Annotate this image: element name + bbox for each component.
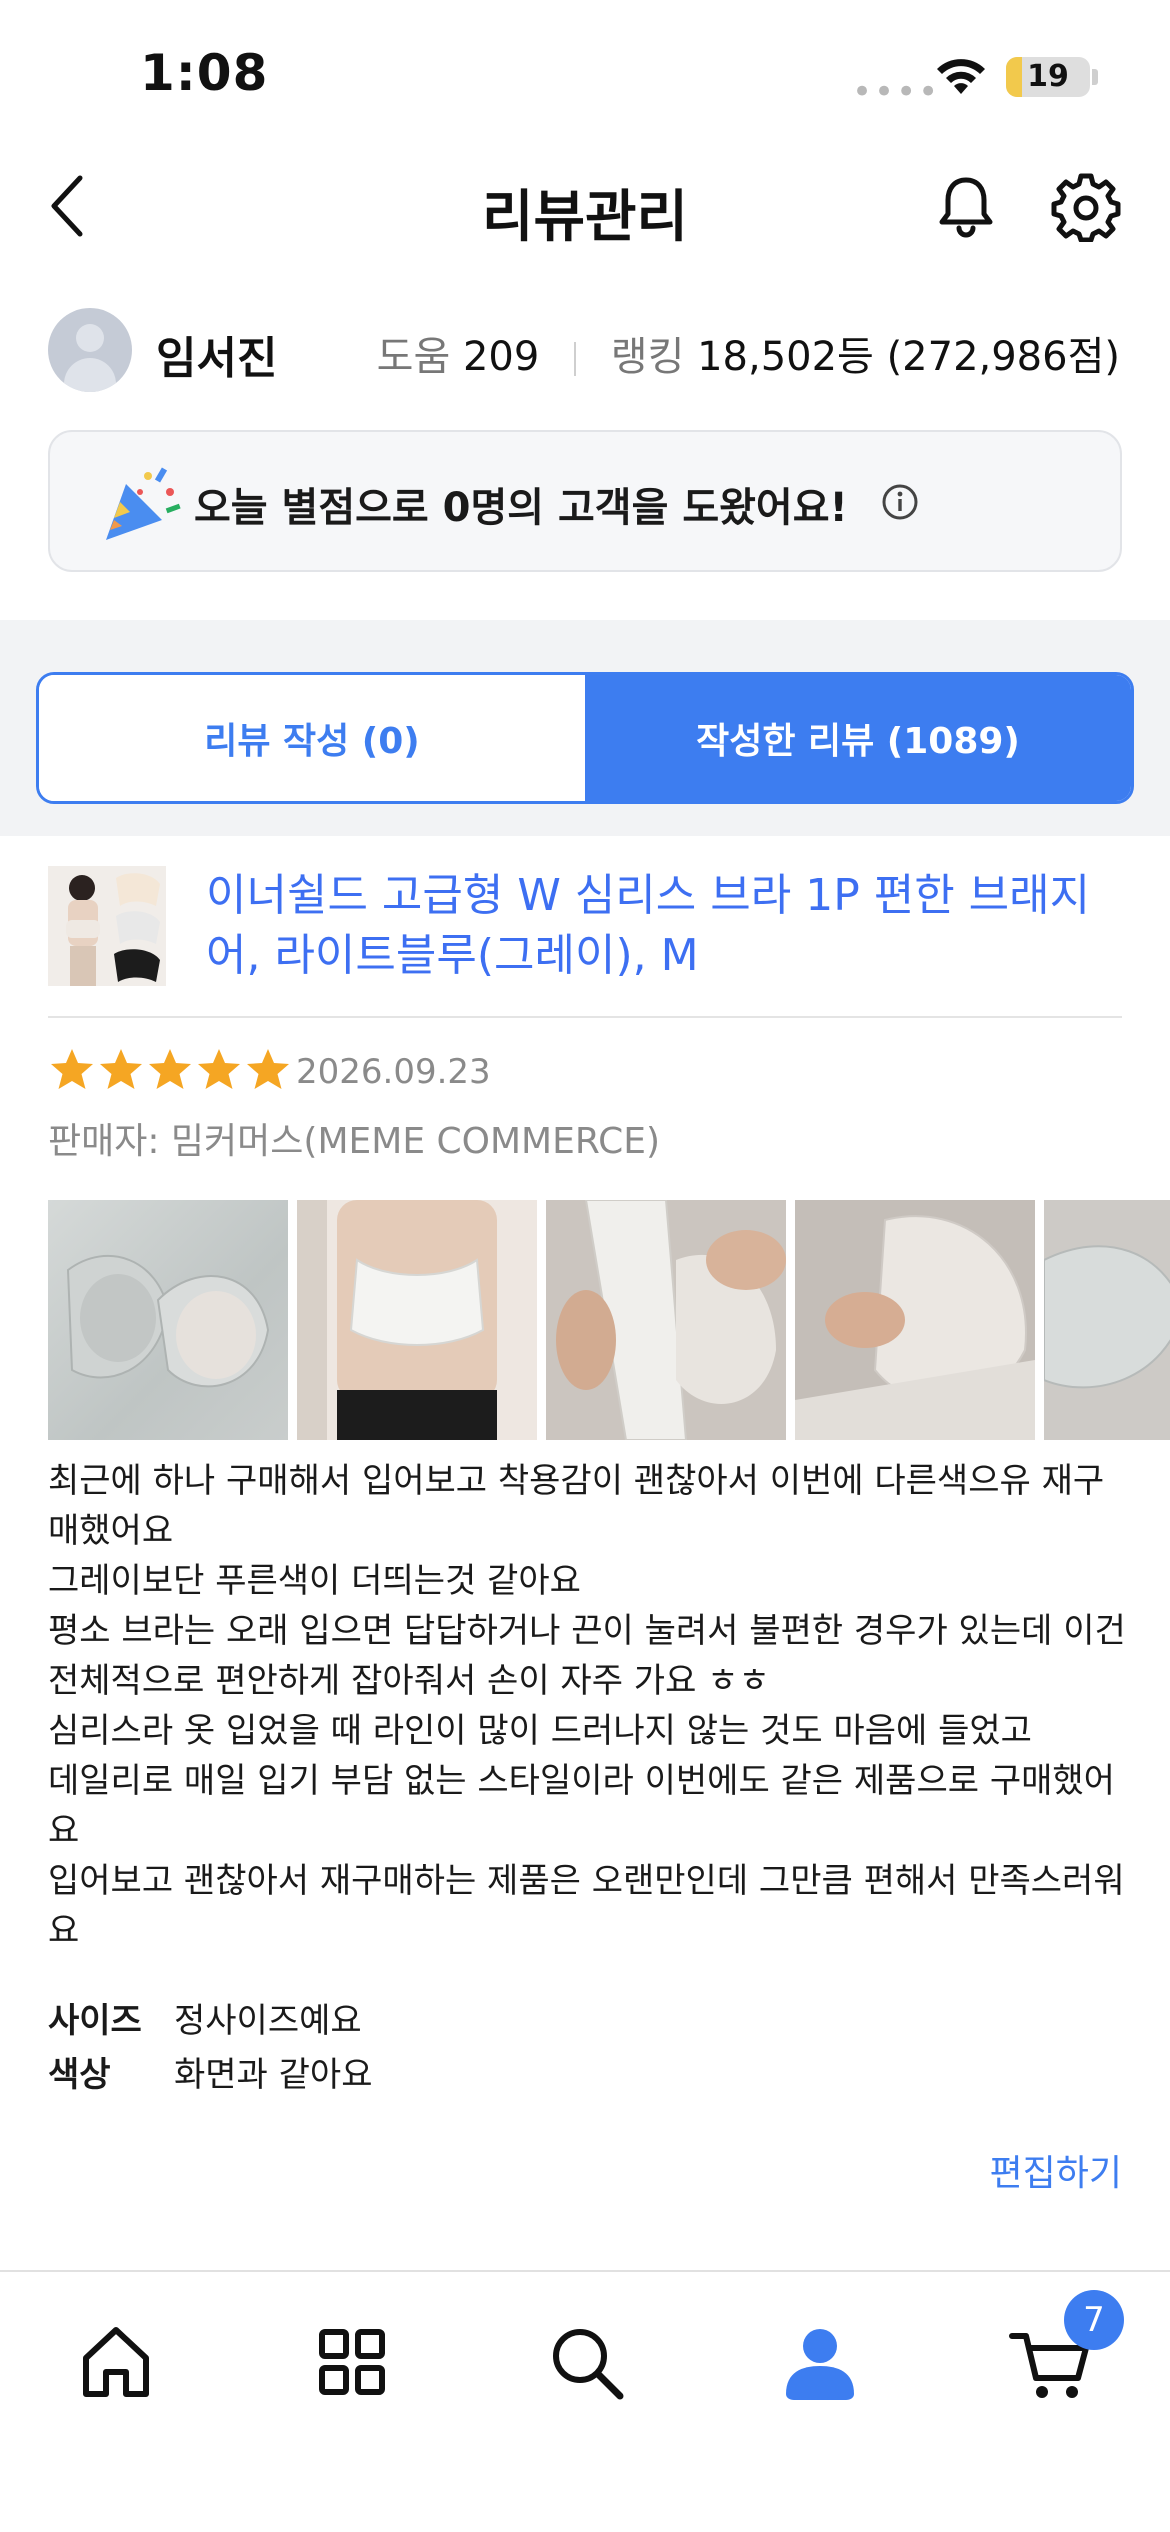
help-label: 도움 [376, 334, 451, 380]
review-photo-image [546, 1200, 787, 1440]
product-divider [48, 1016, 1122, 1018]
review-body-line: 심리스라 옷 입었을 때 라인이 많이 드러나지 않는 것도 마음에 들었고 [48, 1711, 1032, 1751]
review-photo[interactable] [1044, 1200, 1170, 1440]
review-body-line: 평소 브라는 오래 입으면 답답하거나 끈이 눌려서 불편한 경우가 있는데 이… [48, 1611, 1126, 1651]
battery-percent: 19 [1027, 59, 1069, 94]
star-icon [51, 1049, 93, 1089]
attribute-value: 화면과 같아요 [174, 2055, 373, 2095]
product-thumbnail-image [48, 866, 166, 986]
review-body-line: 요 [48, 1811, 80, 1851]
profile-row: 임서진 도움 209 랭킹 18,502등 (272,986점) [0, 300, 1170, 400]
rank-label: 랭킹 [610, 334, 685, 380]
review-stats: 도움 209 랭킹 18,502등 (272,986점) [377, 324, 1120, 382]
review-body-line: 그레이보단 푸른색이 더띄는것 같아요 [48, 1561, 581, 1601]
review-body-line: 전체적으로 편안하게 잡아줘서 손이 자주 가요 ㅎㅎ [48, 1661, 770, 1701]
star-icon [247, 1049, 289, 1089]
review-photos[interactable] [48, 1200, 1170, 1440]
review-body-line: 데일리로 매일 입기 부담 없는 스타일이라 이번에도 같은 제품으로 구매했어 [48, 1761, 1115, 1801]
review-date: 2026.09.23 [296, 1052, 491, 1092]
review-photo-image [297, 1200, 538, 1440]
seller-name: 판매자: 밈커머스(MEME COMMERCE) [48, 1121, 661, 1162]
cellular-signal-icon: •••• [852, 72, 941, 112]
tab-written-reviews[interactable]: 작성한 리뷰 (1089) [585, 675, 1131, 801]
star-icon [100, 1049, 142, 1089]
review-photo-image [66, 1254, 270, 1388]
info-icon[interactable] [880, 482, 920, 522]
review-body-line: 요 [48, 1911, 80, 1951]
review-attributes: 사이즈 정사이즈예요 색상 화면과 같아요 [48, 1994, 373, 2102]
battery-cap [1092, 69, 1098, 85]
stats-divider [574, 342, 577, 376]
attribute-value: 정사이즈예요 [174, 2001, 362, 2041]
review-photo[interactable] [48, 1200, 288, 1440]
help-banner: 오늘 별점으로 0명의 고객을 도왔어요! [48, 430, 1122, 572]
my-page-icon[interactable] [772, 2314, 868, 2410]
review-tabs: 리뷰 작성 (0) 작성한 리뷰 (1089) [36, 672, 1134, 804]
rating-stars [48, 1046, 293, 1096]
attribute-row-color: 색상 화면과 같아요 [48, 2048, 373, 2102]
cart-count-badge: 7 [1064, 2290, 1124, 2350]
home-icon[interactable] [68, 2314, 164, 2410]
review-body-line: 최근에 하나 구매해서 입어보고 착용감이 괜찮아서 이번에 다른색으유 재구 [48, 1461, 1105, 1501]
product-thumbnail[interactable] [48, 866, 166, 986]
bottom-navigation [0, 2270, 1170, 2532]
review-body-line: 매했어요 [48, 1511, 174, 1551]
user-name: 임서진 [156, 333, 278, 384]
party-popper-icon [106, 467, 181, 540]
tab-write-review[interactable]: 리뷰 작성 (0) [39, 675, 585, 801]
review-photo-image [795, 1200, 1036, 1440]
help-banner-text: 오늘 별점으로 0명의 고객을 도왔어요! [194, 485, 848, 531]
star-icon [149, 1049, 191, 1089]
top-header: 리뷰관리 [0, 140, 1170, 270]
edit-review-button[interactable]: 편집하기 [990, 2144, 1122, 2196]
status-time: 1:08 [140, 44, 269, 102]
status-bar: 1:08 •••• 19 [0, 0, 1170, 140]
review-photo[interactable] [795, 1200, 1036, 1440]
battery-indicator: 19 [1006, 57, 1090, 97]
wifi-icon [937, 59, 985, 94]
product-title-link[interactable]: 이너쉴드 고급형 W 심리스 브라 1P 편한 브래지어, 라이트블루(그레이)… [206, 866, 1106, 986]
review-body-line: 입어보고 괜찮아서 재구매하는 제품은 오랜만인데 그만큼 편해서 만족스러워 [48, 1861, 1125, 1901]
avatar-body [64, 358, 116, 392]
review-body: 최근에 하나 구매해서 입어보고 착용감이 괜찮아서 이번에 다른색으유 재구 … [48, 1456, 1128, 1956]
category-grid-icon[interactable] [304, 2314, 400, 2410]
review-photo[interactable] [546, 1200, 787, 1440]
search-icon[interactable] [538, 2314, 634, 2410]
attribute-key: 색상 [48, 2055, 111, 2095]
attribute-row-size: 사이즈 정사이즈예요 [48, 1994, 373, 2048]
attribute-key: 사이즈 [48, 2001, 142, 2041]
bell-icon[interactable] [930, 170, 1002, 242]
gear-icon[interactable] [1050, 170, 1122, 242]
help-value: 209 [462, 334, 540, 380]
review-photo-image [1044, 1200, 1170, 1440]
star-icon [198, 1049, 240, 1089]
rank-value: 18,502등 (272,986점) [697, 334, 1120, 380]
avatar [48, 308, 132, 392]
avatar-head [76, 324, 104, 352]
review-photo[interactable] [297, 1200, 538, 1440]
